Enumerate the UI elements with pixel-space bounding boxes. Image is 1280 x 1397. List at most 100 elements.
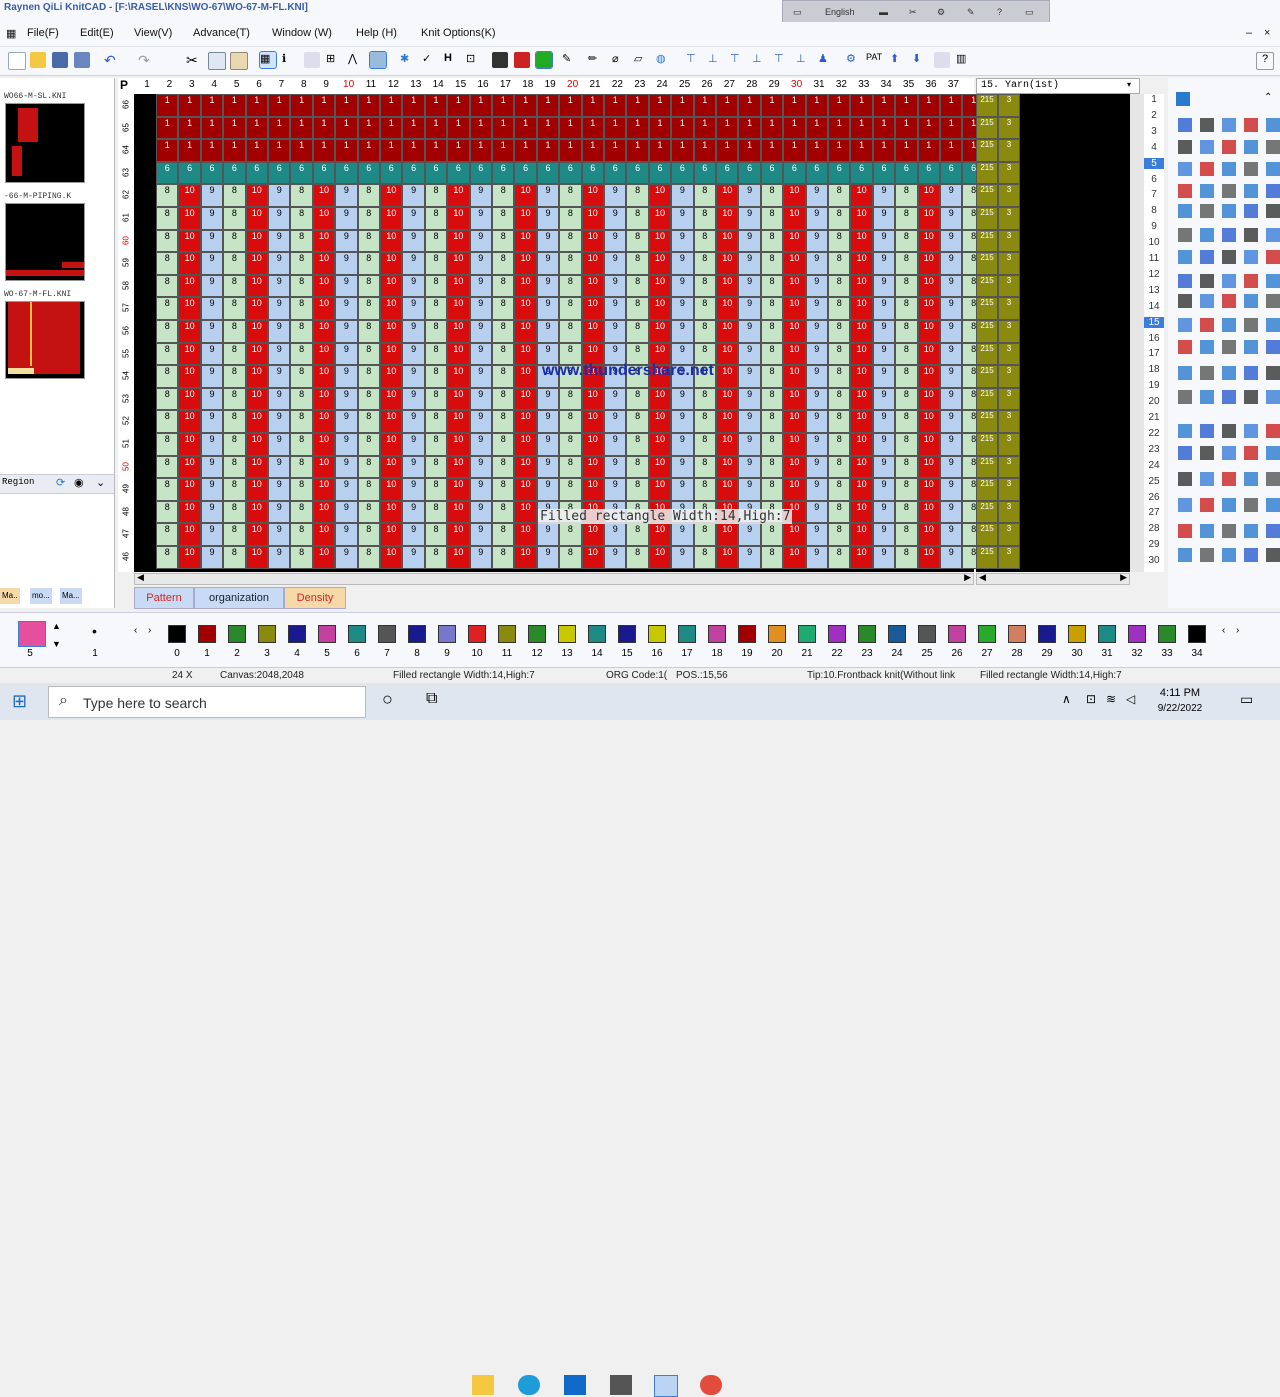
yarn-cell[interactable]: 215 — [976, 387, 998, 411]
grid-cell[interactable]: 9 — [469, 410, 492, 433]
grid-cell[interactable]: 1 — [559, 139, 582, 162]
grid-cell[interactable]: 1 — [648, 139, 672, 162]
drawing-tool-icon[interactable] — [1200, 366, 1214, 380]
grid-cell[interactable]: 10 — [648, 546, 672, 569]
grid-cell[interactable]: 10 — [514, 252, 537, 275]
drawing-tool-icon[interactable] — [1200, 390, 1214, 404]
grid-cell[interactable]: 8 — [828, 523, 851, 546]
grid-cell[interactable]: 8 — [559, 274, 582, 298]
grid-cell[interactable]: 9 — [738, 342, 761, 366]
grid-cell[interactable]: 10 — [716, 455, 739, 479]
grid-cell[interactable]: 9 — [402, 184, 425, 207]
grid-cell[interactable]: 8 — [156, 297, 179, 320]
yarn-cell[interactable]: 3 — [998, 455, 1020, 479]
grid-cell[interactable]: 9 — [805, 500, 828, 524]
grid-cell[interactable]: 8 — [693, 410, 716, 433]
grid-cell[interactable]: 10 — [850, 274, 873, 298]
grid-cell[interactable]: 9 — [872, 523, 896, 546]
grid-toggle-icon[interactable]: ▦ — [259, 51, 277, 69]
grid-cell[interactable]: 8 — [156, 342, 179, 366]
grid-cell[interactable]: 8 — [492, 320, 515, 343]
notification-icon[interactable]: ▭ — [1240, 691, 1253, 708]
grid-cell[interactable]: 1 — [671, 116, 694, 140]
tab-density[interactable]: Density — [284, 587, 346, 609]
language-label[interactable]: English — [825, 7, 855, 17]
grid-cell[interactable]: 9 — [738, 410, 761, 433]
grid-cell[interactable]: 10 — [245, 320, 268, 343]
grid-cell[interactable]: 9 — [200, 207, 224, 230]
grid-cell[interactable]: 10 — [380, 478, 403, 501]
grid-cell[interactable]: 10 — [581, 297, 604, 320]
grid-cell[interactable]: 1 — [380, 139, 403, 162]
menu-advance[interactable]: Advance(T) — [193, 27, 250, 39]
grid-cell[interactable]: 8 — [357, 320, 380, 343]
align-d-icon[interactable]: ⊤ — [774, 52, 790, 68]
grid-cell[interactable]: 8 — [156, 387, 179, 411]
grid-cell[interactable]: 9 — [805, 365, 828, 388]
grid-cell[interactable]: 8 — [895, 455, 918, 479]
grid-cell[interactable]: 10 — [648, 433, 672, 456]
drawing-tool-icon[interactable] — [1244, 118, 1258, 132]
align-e-icon[interactable]: ⊥ — [796, 52, 812, 68]
grid-cell[interactable]: 10 — [581, 274, 604, 298]
drawing-tool-icon[interactable] — [1266, 228, 1280, 242]
grid-cell[interactable]: 8 — [626, 320, 649, 343]
tab-ma[interactable]: Ma... — [60, 588, 82, 604]
color-replace-icon[interactable] — [514, 52, 530, 68]
stitch-type-icon[interactable] — [1128, 625, 1146, 643]
grid-cell[interactable]: 8 — [492, 229, 515, 253]
drawing-tool-icon[interactable] — [1178, 390, 1192, 404]
grid-cell[interactable]: 8 — [156, 500, 179, 524]
help-icon[interactable]: ? — [1256, 52, 1274, 70]
grid-cell[interactable]: 9 — [335, 410, 358, 433]
new-file-icon[interactable] — [8, 52, 26, 70]
grid-cell[interactable]: 9 — [402, 523, 425, 546]
yarn-cell[interactable]: 3 — [998, 274, 1020, 298]
grid-cell[interactable]: 10 — [581, 410, 604, 433]
stitch-grid[interactable]: 1111111111111111111111111111111111111111… — [134, 94, 985, 572]
grid-cell[interactable]: 1 — [335, 139, 358, 162]
grid-cell[interactable]: 8 — [357, 410, 380, 433]
grid-cell[interactable]: 9 — [536, 478, 560, 501]
grid-cell[interactable]: 8 — [223, 342, 246, 366]
drawing-tool-icon[interactable] — [1178, 340, 1192, 354]
grid-cell[interactable]: 1 — [581, 94, 604, 117]
grid-cell[interactable]: 9 — [805, 523, 828, 546]
grid-cell[interactable]: 10 — [178, 478, 201, 501]
grid-cell[interactable]: 8 — [223, 274, 246, 298]
grid-cell[interactable]: 1 — [917, 94, 940, 117]
grid-cell[interactable]: 9 — [872, 342, 896, 366]
grid-cell[interactable]: 8 — [290, 297, 313, 320]
grid-cell[interactable]: 9 — [469, 184, 492, 207]
grid-cell[interactable]: 9 — [738, 523, 761, 546]
grid-cell[interactable]: 10 — [917, 342, 940, 366]
grid-cell[interactable]: 6 — [312, 161, 336, 185]
drawing-tool-icon[interactable] — [1244, 498, 1258, 512]
arrow-up-icon[interactable]: ⬆ — [890, 52, 906, 68]
grid-cell[interactable]: 10 — [380, 500, 403, 524]
grid-cell[interactable]: 10 — [447, 433, 470, 456]
yarn-cell[interactable]: 215 — [976, 546, 998, 569]
grid-cell[interactable]: 9 — [940, 410, 963, 433]
grid-cell[interactable]: 1 — [178, 94, 201, 117]
grid-cell[interactable]: 9 — [940, 433, 963, 456]
eye-icon[interactable]: ◉ — [74, 476, 84, 489]
drawing-tool-icon[interactable] — [1222, 390, 1236, 404]
grid-cell[interactable]: 10 — [312, 184, 336, 207]
stitch-type-icon[interactable] — [858, 625, 876, 643]
drawing-tool-icon[interactable] — [1266, 366, 1280, 380]
grid-cell[interactable]: 9 — [469, 500, 492, 524]
globe-icon[interactable]: ◍ — [656, 52, 672, 68]
grid-cell[interactable]: 9 — [604, 184, 627, 207]
drawing-tool-icon[interactable] — [1200, 250, 1214, 264]
stitch-type-icon[interactable] — [1158, 625, 1176, 643]
drawing-tool-icon[interactable] — [1222, 184, 1236, 198]
knit-icon[interactable] — [304, 52, 320, 68]
grid-cell[interactable]: 8 — [424, 410, 448, 433]
grid-cell[interactable]: 10 — [178, 523, 201, 546]
drawing-tool-icon[interactable] — [1244, 250, 1258, 264]
grid-cell[interactable]: 10 — [447, 410, 470, 433]
grid-cell[interactable]: 1 — [626, 94, 649, 117]
grid-cell[interactable]: 9 — [536, 274, 560, 298]
grid-cell[interactable]: 8 — [828, 184, 851, 207]
